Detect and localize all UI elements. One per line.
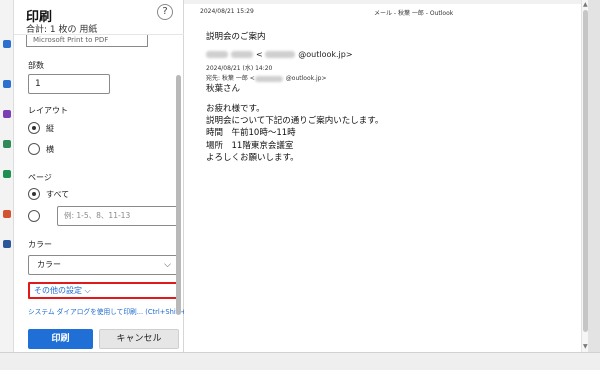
outlook-app-rail [0,0,14,370]
system-dialog-link[interactable]: システム ダイアログを使用して印刷... (Ctrl+Shift+P) [28,306,184,316]
cancel-button[interactable]: キャンセル [99,329,179,349]
portrait-radio[interactable] [28,122,40,134]
preview-scrollbar[interactable]: ▲ ▼ [581,0,588,352]
landscape-label: 横 [46,145,54,154]
mail-to: 宛先: 秋葉 一郎 < @outlook.jp> [206,73,327,82]
all-pages-radio[interactable] [28,188,40,200]
from-domain: @outlook.jp> [298,50,353,59]
color-select[interactable]: カラー ⌵ [28,255,178,275]
print-button[interactable]: 印刷 [28,329,93,349]
layout-label: レイアウト [28,106,68,115]
onedrive-icon[interactable] [3,240,11,248]
body-line: 時間 午前10時～11時 [206,128,296,139]
mail-greeting: 秋葉さん [206,84,241,94]
pages-label: ページ [28,173,52,182]
print-dialog: 印刷 合計: 1 枚の 用紙 ? Microsoft Print to PDF … [14,0,184,352]
scroll-down-icon[interactable]: ▼ [583,343,588,350]
todo-icon[interactable] [3,140,11,148]
print-preview: 2024/08/21 15:29 メール - 秋葉 一郎 - Outlook 説… [184,0,588,352]
more-settings-link[interactable]: その他の設定 ⌵ [28,282,181,299]
body-line: よろしくお願いします。 [206,152,299,163]
people-icon[interactable] [3,110,11,118]
body-line: お疲れ様です。 [206,104,265,114]
scroll-up-icon[interactable]: ▲ [583,1,588,8]
redacted-address [254,75,283,82]
settings-scrollbar[interactable] [176,35,182,316]
mail-body: お疲れ様です。 説明会について下記の通りご案内いたします。 時間 午前10時～1… [206,103,383,164]
help-icon[interactable]: ? [157,4,173,20]
mail-from: < @outlook.jp> [206,50,353,59]
chevron-down-icon: ⌵ [164,260,171,270]
excel-icon[interactable] [3,170,11,178]
mail-date: 2024/08/21 (水) 14:20 [206,65,273,72]
bottom-bar [0,352,600,370]
all-pages-label: すべて [46,190,70,199]
page-range-input[interactable]: 例: 1-5、8、11-13 [57,206,178,226]
page-header-date: 2024/08/21 15:29 [200,8,254,15]
redacted-name [206,51,228,58]
calendar-icon[interactable] [3,80,11,88]
redacted-address [265,51,296,58]
color-select-value: カラー [37,260,61,269]
color-label: カラー [28,240,52,249]
copies-input[interactable]: 1 [28,74,110,94]
body-line: 場所 11階東京会議室 [206,140,294,151]
body-line: 説明会について下記の通りご案内いたします。 [206,116,384,127]
copies-label: 部数 [28,61,44,70]
to-prefix: 宛先: 秋葉 一郎 < [206,75,255,82]
settings-scrollbar-thumb[interactable] [176,75,181,315]
portrait-label: 縦 [46,124,54,133]
page-header-title: メール - 秋葉 一郎 - Outlook [374,10,454,17]
window-edge [588,0,600,352]
redacted-name [231,51,253,58]
powerpoint-icon[interactable] [3,210,11,218]
preview-page: 2024/08/21 15:29 メール - 秋葉 一郎 - Outlook 説… [184,4,581,352]
printer-select[interactable]: Microsoft Print to PDF [26,35,148,47]
page-range-radio[interactable] [28,210,40,222]
landscape-radio[interactable] [28,143,40,155]
mail-icon[interactable] [3,40,11,48]
to-domain: @outlook.jp> [285,75,327,82]
settings-panel: Microsoft Print to PDF 部数 1 レイアウト 縦 横 ペー… [14,34,184,316]
mail-subject: 説明会のご案内 [206,32,266,42]
